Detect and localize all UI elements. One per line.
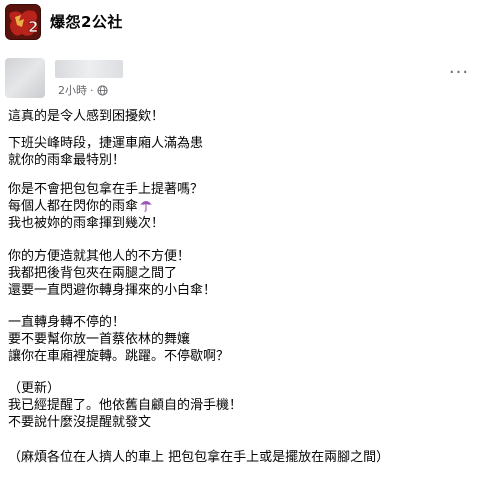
- post-paragraph-5: 一直轉身轉不停的！ 要不要幫你放一首蔡依林的舞孃 讓你在車廂裡旋轉。跳躍。不停歇…: [8, 314, 229, 366]
- post-line: 你是不會把包包拿在手上提著嗎？: [8, 182, 204, 197]
- post-line: 我已經提醒了。他依舊自顧自的滑手機！: [8, 398, 243, 414]
- post-line: 每個人都在閃你的雨傘: [8, 198, 203, 215]
- post-line: 你的方便造就其他人的不方便！: [8, 249, 191, 264]
- group-logo-icon: 2: [6, 5, 40, 39]
- post-paragraph-7: （麻煩各位在人擠人的車上 把包包拿在手上或是擺放在兩腳之間）: [8, 449, 389, 466]
- post-paragraph-3: 你是不會把包包拿在手上提著嗎？ 每個人都在閃你的雨傘 我也被妳的雨傘揮到幾次！: [8, 181, 203, 233]
- post-line: （更新）: [8, 381, 61, 396]
- author-name[interactable]: [55, 60, 123, 78]
- post-line: 我也被妳的雨傘揮到幾次！: [8, 216, 165, 232]
- post-paragraph-4: 你的方便造就其他人的不方便！ 我都把後背包夾在兩腿之間了 還要一直閃避你轉身揮來…: [8, 248, 216, 300]
- group-avatar[interactable]: 2: [5, 4, 41, 40]
- post-line: 我都把後背包夾在兩腿之間了: [8, 266, 178, 282]
- post-line: 還要一直閃避你轉身揮來的小白傘！: [8, 283, 217, 299]
- post-line: 讓你在車廂裡旋轉。跳躍。不停歇啊？: [8, 349, 230, 365]
- svg-text:2: 2: [28, 18, 38, 36]
- post-paragraph-1: 這真的是令人感到困擾欸！: [8, 108, 164, 125]
- post-line: 不要說什麼沒提醒就發文: [8, 415, 152, 431]
- post-line: 這真的是令人感到困擾欸！: [8, 109, 165, 124]
- post-paragraph-2: 下班尖峰時段，捷運車廂人滿為患 就你的雨傘最特別！: [8, 135, 203, 169]
- globe-icon[interactable]: [96, 84, 108, 96]
- group-header: 2 爆怨2公社: [0, 0, 489, 44]
- more-options-icon[interactable]: ···: [447, 64, 471, 84]
- post-meta: 2小時 ·: [58, 82, 108, 98]
- post-line: 一直轉身轉不停的！: [8, 315, 126, 330]
- group-name[interactable]: 爆怨2公社: [50, 11, 123, 32]
- post-timestamp[interactable]: 2小時: [58, 82, 87, 98]
- post-line-text: 每個人都在閃你的雨傘: [8, 199, 139, 215]
- post-line: 就你的雨傘最特別！: [8, 153, 126, 169]
- meta-separator: ·: [90, 83, 94, 97]
- post-paragraph-6: （更新） 我已經提醒了。他依舊自顧自的滑手機！ 不要說什麼沒提醒就發文: [8, 380, 242, 432]
- post-line: 要不要幫你放一首蔡依林的舞孃: [8, 332, 191, 348]
- post-header: 2小時 · ···: [0, 48, 489, 108]
- post-line: 下班尖峰時段，捷運車廂人滿為患: [8, 136, 204, 151]
- umbrella-icon: [140, 201, 153, 212]
- author-avatar[interactable]: [5, 58, 45, 98]
- post-line: （麻煩各位在人擠人的車上 把包包拿在手上或是擺放在兩腳之間）: [8, 450, 390, 465]
